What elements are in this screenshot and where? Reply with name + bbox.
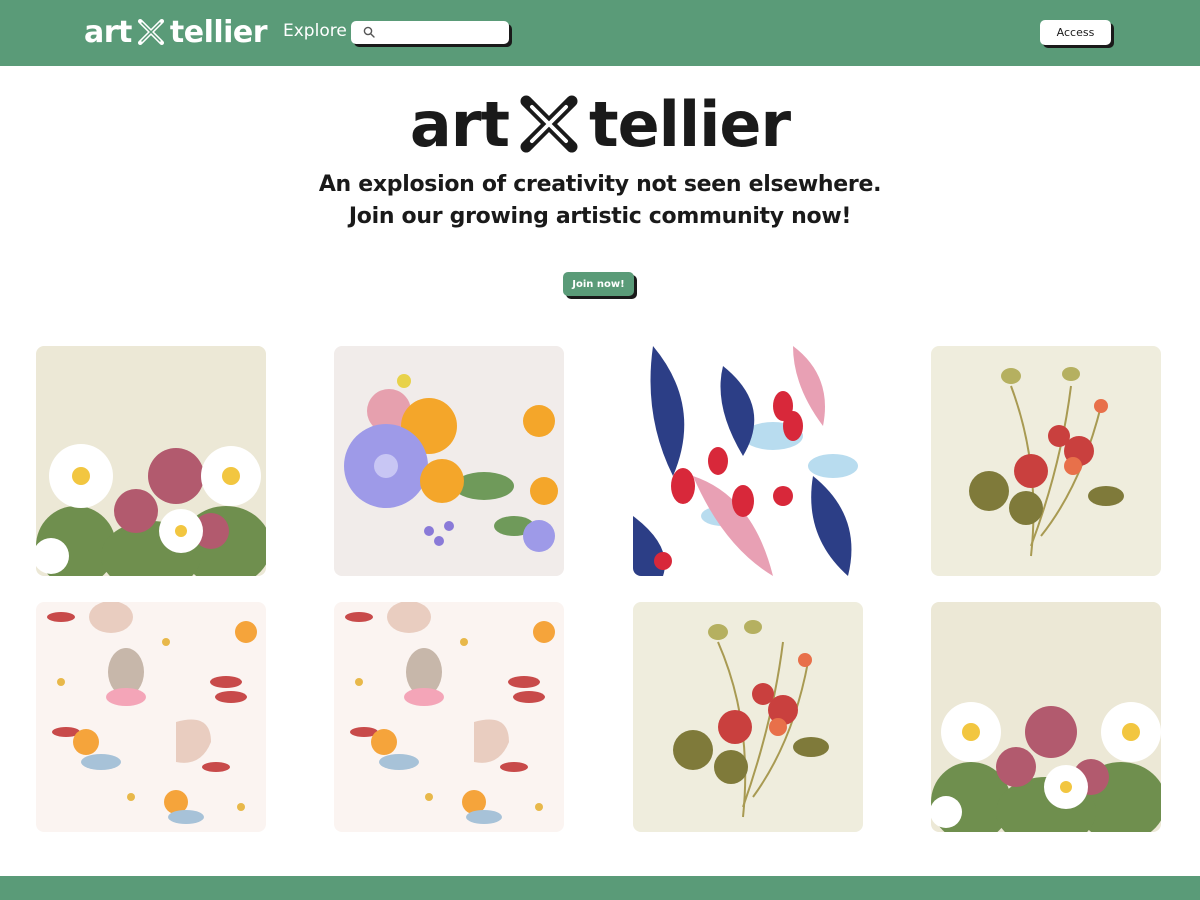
top-navigation-bar: art tellier Explore Access (0, 0, 1200, 66)
join-now-button[interactable]: Join now! (563, 272, 634, 296)
access-button[interactable]: Access (1040, 20, 1111, 45)
hero-brand-logo: art tellier (0, 84, 1200, 164)
pencil-brush-cross-icon (133, 14, 169, 50)
colorful-flower-bouquet-artwork-icon[interactable] (334, 346, 564, 576)
search-icon (363, 23, 375, 42)
daisy-meadow-artwork-icon[interactable] (931, 602, 1161, 832)
hero-logo-text-left: art (409, 87, 510, 161)
red-blue-leaf-pattern-artwork-icon[interactable] (633, 346, 863, 576)
ballerina-animals-pattern-artwork-icon[interactable] (334, 602, 564, 832)
nasturtium-botanical-artwork-icon[interactable] (931, 346, 1161, 576)
daisy-meadow-artwork-icon[interactable] (36, 346, 266, 576)
search-input[interactable] (381, 25, 531, 40)
search-bar[interactable] (351, 21, 531, 44)
explore-link[interactable]: Explore (283, 21, 347, 41)
footer-bar (0, 876, 1200, 900)
nasturtium-botanical-artwork-icon[interactable] (633, 602, 863, 832)
hero-tagline-line-1: An explosion of creativity not seen else… (318, 172, 882, 197)
hero-logo-text-right: tellier (588, 87, 791, 161)
brand-logo-text-right: tellier (169, 14, 268, 50)
pencil-brush-cross-icon (511, 86, 587, 162)
brand-logo-text-left: art (84, 14, 132, 50)
ballerina-animals-pattern-artwork-icon[interactable] (36, 602, 266, 832)
hero-tagline-line-2: Join our growing artistic community now! (348, 204, 852, 229)
brand-logo[interactable]: art tellier (84, 10, 268, 54)
